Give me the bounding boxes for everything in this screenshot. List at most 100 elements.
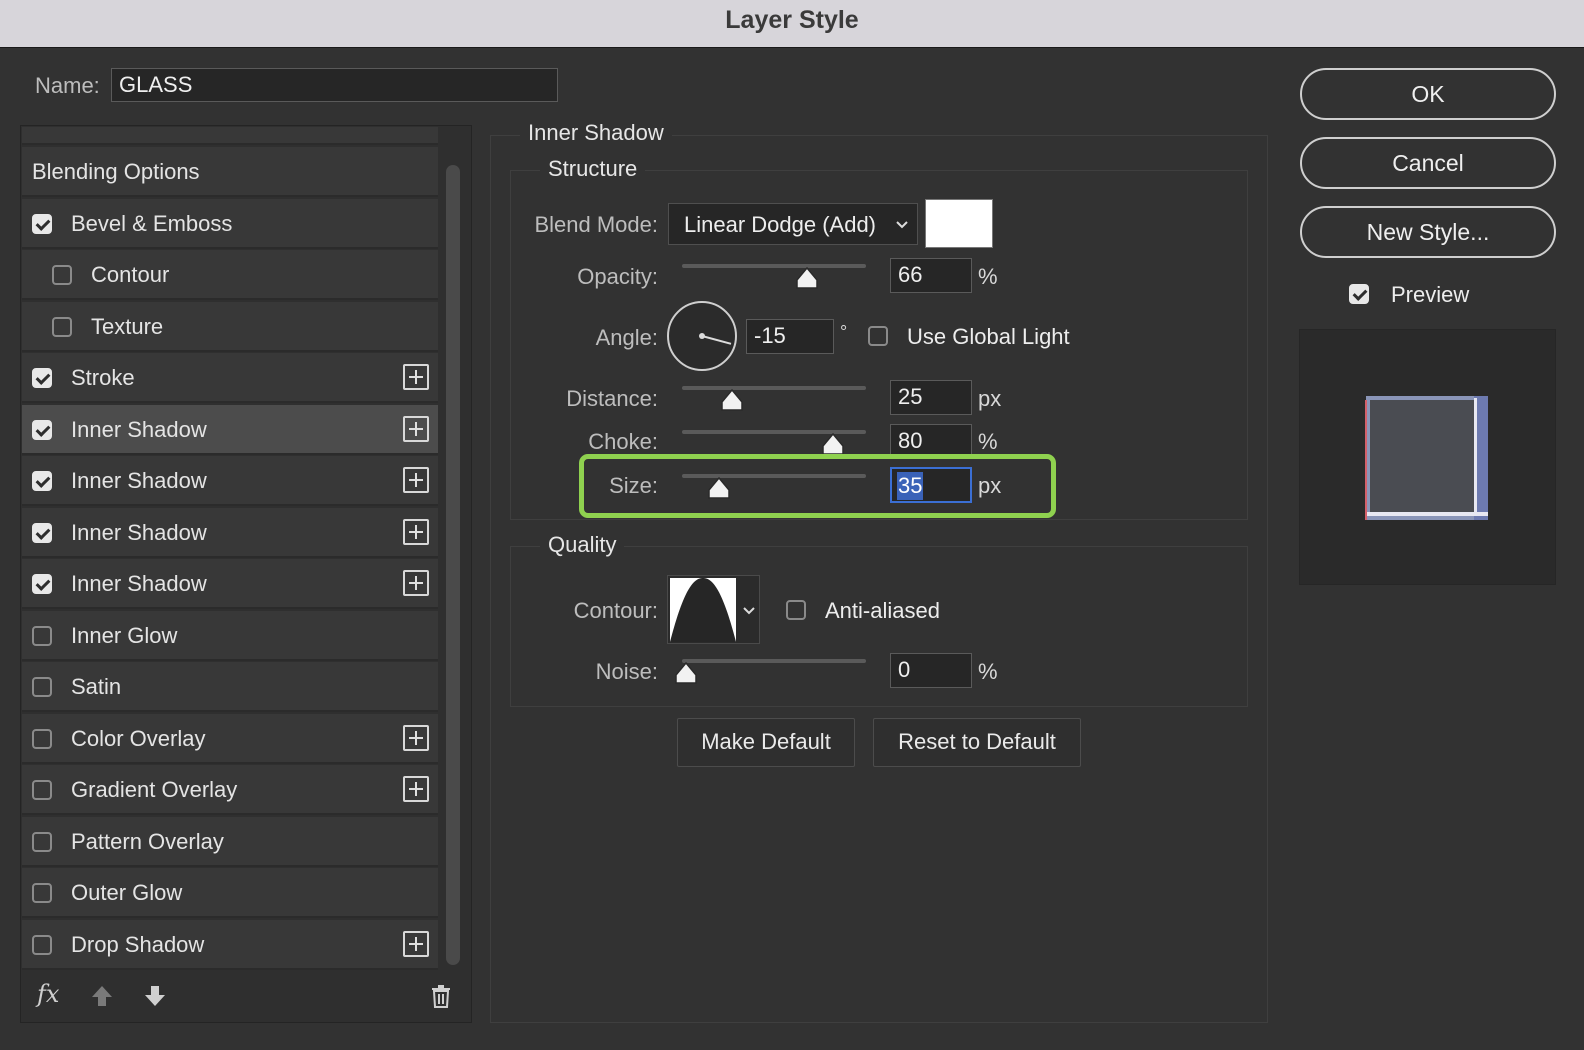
list-item[interactable]: Inner Shadow xyxy=(22,404,438,455)
list-item[interactable]: Contour xyxy=(22,250,438,300)
add-style-plus-icon[interactable] xyxy=(403,467,429,493)
chevron-down-icon xyxy=(896,221,908,229)
list-item[interactable]: Bevel & Emboss xyxy=(22,198,438,249)
list-item[interactable]: Inner Shadow xyxy=(22,559,438,609)
list-item-checkbox[interactable] xyxy=(32,574,52,594)
list-item-label: Inner Glow xyxy=(71,622,178,648)
opacity-unit: % xyxy=(978,264,998,289)
choke-slider-thumb[interactable] xyxy=(821,432,845,456)
list-item[interactable]: Outer Glow xyxy=(22,868,438,918)
list-item-label: Inner Shadow xyxy=(71,468,207,493)
list-item-checkbox[interactable] xyxy=(32,780,52,800)
contour-chevron-down-icon xyxy=(743,607,755,615)
distance-slider-track[interactable] xyxy=(682,386,866,390)
noise-slider-thumb[interactable] xyxy=(674,661,698,685)
cancel-button[interactable]: Cancel xyxy=(1300,137,1556,189)
add-style-plus-icon[interactable] xyxy=(403,570,429,596)
list-item-label: Bevel & Emboss xyxy=(71,210,233,236)
noise-label: Noise: xyxy=(595,659,658,684)
use-global-light-checkbox[interactable] xyxy=(868,326,888,346)
add-style-plus-icon[interactable] xyxy=(403,364,429,390)
angle-label: Angle: xyxy=(595,325,658,350)
list-item-label: Pattern Overlay xyxy=(71,828,224,854)
angle-dial[interactable] xyxy=(666,300,738,372)
name-input[interactable]: GLASS xyxy=(111,68,558,102)
list-item[interactable]: Inner Shadow xyxy=(22,507,438,558)
list-item-checkbox[interactable] xyxy=(32,213,52,234)
ok-button[interactable]: OK xyxy=(1300,68,1556,120)
anti-aliased-label[interactable]: Anti-aliased xyxy=(825,598,940,624)
name-label: Name: xyxy=(35,73,100,98)
noise-unit: % xyxy=(978,659,998,684)
list-item-checkbox[interactable] xyxy=(52,316,72,337)
angle-input[interactable]: -15 xyxy=(746,319,834,354)
add-style-plus-icon[interactable] xyxy=(403,415,429,442)
blend-mode-value: Linear Dodge (Add) xyxy=(684,212,877,237)
size-input-selection: 35 xyxy=(897,472,924,500)
list-item-checkbox[interactable] xyxy=(32,677,52,697)
list-item[interactable]: Texture xyxy=(22,301,438,352)
panel-title: Inner Shadow xyxy=(520,120,672,146)
shadow-color-swatch[interactable] xyxy=(925,199,993,248)
list-item-checkbox[interactable] xyxy=(32,728,52,749)
noise-slider-track[interactable] xyxy=(682,659,866,663)
noise-input[interactable]: 0 xyxy=(890,653,972,688)
add-style-plus-icon[interactable] xyxy=(403,518,429,545)
list-item-checkbox[interactable] xyxy=(32,883,52,903)
list-item-checkbox[interactable] xyxy=(32,471,52,491)
list-item[interactable]: Pattern Overlay xyxy=(22,816,438,867)
styles-list-scrollbar[interactable] xyxy=(446,165,460,965)
list-item-label: Inner Shadow xyxy=(71,519,207,545)
move-up-icon[interactable] xyxy=(90,984,114,1008)
blend-mode-select[interactable]: Linear Dodge (Add) xyxy=(668,203,918,245)
size-slider-thumb[interactable] xyxy=(707,476,731,500)
list-item-checkbox[interactable] xyxy=(52,265,72,285)
opacity-input[interactable]: 66 xyxy=(890,258,972,293)
anti-aliased-checkbox[interactable] xyxy=(786,600,806,620)
opacity-slider-track[interactable] xyxy=(682,264,866,268)
trash-icon[interactable] xyxy=(430,984,452,1008)
distance-input[interactable]: 25 xyxy=(890,380,972,415)
choke-label: Choke: xyxy=(588,429,658,454)
title-bar: Layer Style xyxy=(0,0,1584,48)
list-item[interactable]: Stroke xyxy=(22,353,438,403)
move-down-icon[interactable] xyxy=(143,984,167,1008)
list-item-label: Texture xyxy=(91,313,164,339)
distance-slider-thumb[interactable] xyxy=(720,388,744,412)
choke-input[interactable]: 80 xyxy=(890,424,972,456)
list-item-label: Stroke xyxy=(71,365,135,390)
size-label: Size: xyxy=(609,473,658,498)
add-style-plus-icon[interactable] xyxy=(403,776,429,802)
list-item[interactable]: Drop Shadow xyxy=(22,919,438,970)
add-style-plus-icon[interactable] xyxy=(403,724,429,751)
list-item-checkbox[interactable] xyxy=(32,419,52,440)
size-input[interactable]: 35 xyxy=(890,467,972,503)
style-preview xyxy=(1299,329,1556,585)
list-item-checkbox[interactable] xyxy=(32,368,52,388)
distance-label: Distance: xyxy=(566,386,658,411)
fx-icon[interactable]: fx xyxy=(37,980,59,1008)
make-default-button[interactable]: Make Default xyxy=(677,718,855,767)
list-item[interactable]: Satin xyxy=(22,662,438,712)
list-item-checkbox[interactable] xyxy=(32,934,52,955)
add-style-plus-icon[interactable] xyxy=(403,930,429,957)
list-item[interactable]: Color Overlay xyxy=(22,713,438,764)
list-item-label: Color Overlay xyxy=(71,725,206,751)
opacity-slider-thumb[interactable] xyxy=(795,266,819,290)
new-style-button[interactable]: New Style... xyxy=(1300,206,1556,258)
size-unit: px xyxy=(978,473,1002,498)
list-item-checkbox[interactable] xyxy=(32,522,52,543)
list-item[interactable]: Gradient Overlay xyxy=(22,765,438,815)
list-item[interactable]: Inner Glow xyxy=(22,610,438,661)
list-item-checkbox[interactable] xyxy=(32,831,52,852)
use-global-light-label[interactable]: Use Global Light xyxy=(907,324,1070,350)
choke-unit: % xyxy=(978,429,998,454)
window-title: Layer Style xyxy=(725,6,859,34)
preview-checkbox[interactable] xyxy=(1349,284,1369,304)
preview-label[interactable]: Preview xyxy=(1391,282,1469,308)
list-item-checkbox[interactable] xyxy=(32,625,52,646)
reset-to-default-button[interactable]: Reset to Default xyxy=(873,718,1081,767)
list-item[interactable]: Inner Shadow xyxy=(22,456,438,506)
contour-picker[interactable] xyxy=(667,575,760,644)
list-item[interactable]: Blending Options xyxy=(22,147,438,197)
